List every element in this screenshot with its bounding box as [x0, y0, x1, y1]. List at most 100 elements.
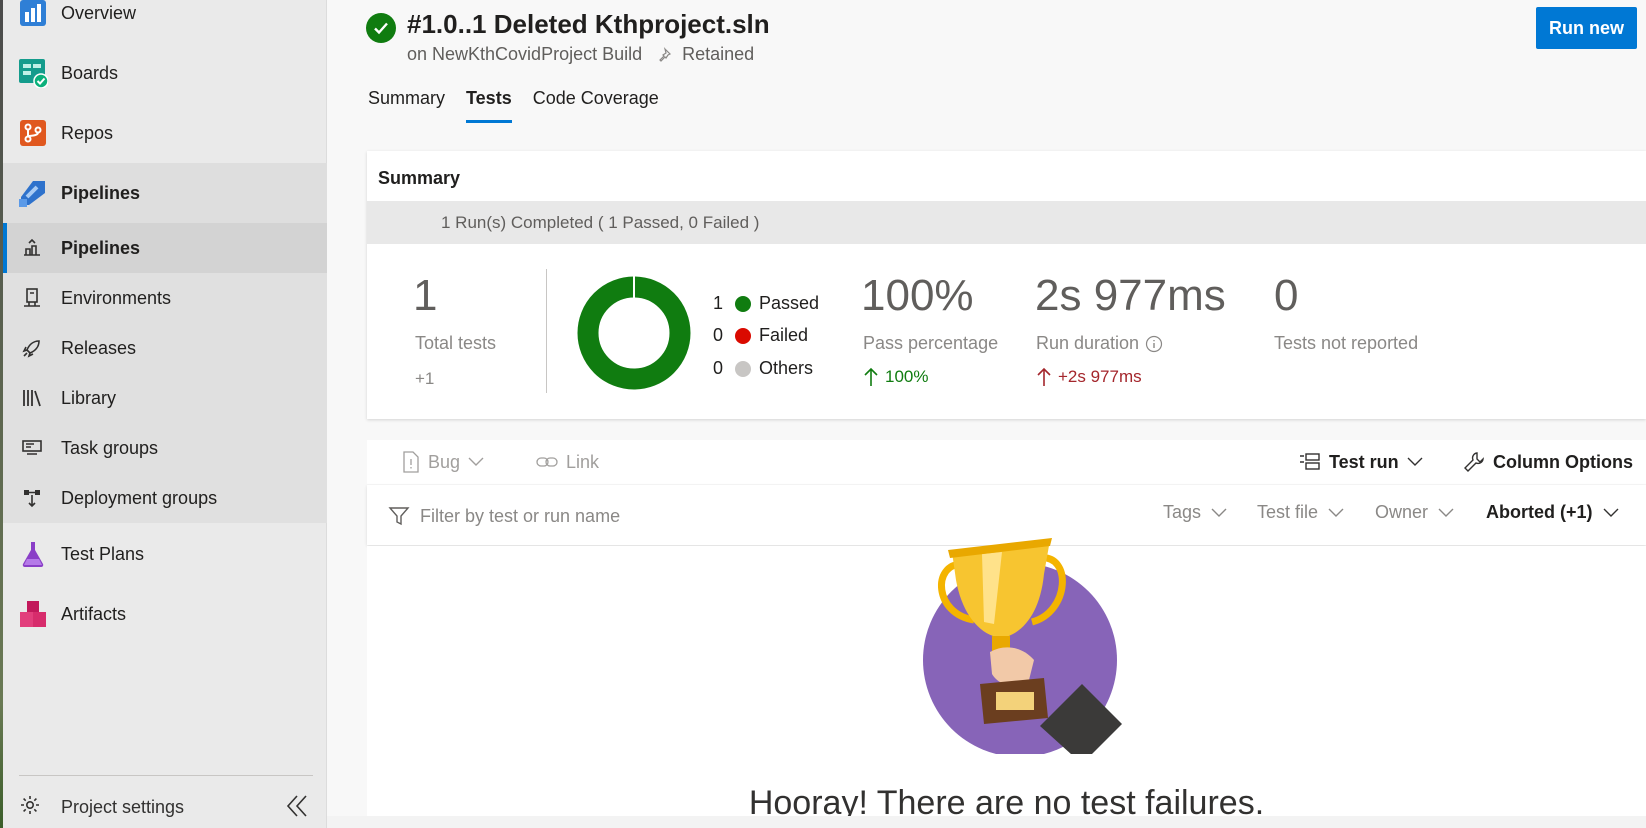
tags-dropdown[interactable]: Tags	[1163, 502, 1227, 523]
legend-passed: 1 Passed	[713, 293, 819, 314]
deployment-groups-icon	[17, 483, 47, 513]
link-icon	[536, 457, 558, 467]
page-title: #1.0..1 Deleted Kthproject.sln	[407, 9, 770, 39]
pass-delta-text: 100%	[885, 367, 929, 386]
legend-failed: 0 Failed	[713, 325, 808, 346]
legend-label: Failed	[759, 325, 809, 345]
filter-input[interactable]	[420, 505, 940, 527]
test-file-dropdown[interactable]: Test file	[1257, 502, 1344, 523]
sidebar: Overview Boards Repos Pipelines Pipeline…	[0, 0, 327, 828]
sidebar-item-releases[interactable]: Releases	[3, 323, 327, 373]
run-duration-delta: +2s 977ms	[1036, 367, 1142, 387]
task-groups-icon	[17, 433, 47, 463]
nav-item-label: Test Plans	[61, 543, 145, 564]
sidebar-item-label: Releases	[61, 337, 137, 358]
nav-item-label: Pipelines	[61, 182, 141, 203]
arrow-up-icon	[864, 367, 878, 386]
summary-divider	[546, 269, 547, 393]
trophy-illustration	[923, 538, 1122, 754]
chevron-down-icon	[1211, 508, 1227, 517]
pass-percentage-label: Pass percentage	[863, 333, 999, 353]
sidebar-item-library[interactable]: Library	[3, 373, 327, 423]
pass-percentage-value: 100%	[861, 271, 974, 320]
sidebar-item-environments[interactable]: Environments	[3, 273, 327, 323]
others-dot-icon	[735, 360, 751, 377]
project-settings-label: Project settings	[61, 796, 185, 817]
total-tests-value: 1	[413, 271, 438, 320]
runs-completed-text: 1 Run(s) Completed ( 1 Passed, 0 Failed …	[441, 213, 760, 232]
environments-icon	[17, 283, 47, 313]
collapse-sidebar-icon[interactable]	[285, 793, 309, 824]
tests-not-reported-label: Tests not reported	[1274, 333, 1419, 353]
nav-item-label: Repos	[61, 122, 114, 143]
nav-item-artifacts[interactable]: Artifacts	[3, 584, 327, 644]
test-run-label: Test run	[1329, 451, 1399, 472]
project-settings-link[interactable]: Project settings	[3, 785, 327, 828]
test-run-grouping-dropdown[interactable]: Test run	[1299, 440, 1423, 484]
bug-button[interactable]: Bug	[402, 440, 484, 484]
outcome-donut-chart	[577, 276, 691, 390]
nav-item-label: Boards	[61, 62, 119, 83]
summary-heading: Summary	[378, 168, 461, 188]
tab-summary[interactable]: Summary	[368, 88, 445, 123]
tab-tests[interactable]: Tests	[466, 88, 512, 123]
test-file-label: Test file	[1257, 502, 1319, 522]
filter-icon	[388, 507, 410, 526]
sidebar-item-deployment-groups[interactable]: Deployment groups	[3, 473, 327, 523]
tab-bar: Summary Tests Code Coverage	[368, 88, 680, 123]
run-new-button[interactable]: Run new	[1536, 7, 1637, 49]
run-duration-label-row: Run duration	[1036, 333, 1163, 354]
nav-item-boards[interactable]: Boards	[3, 43, 327, 103]
sidebar-item-label: Deployment groups	[61, 487, 218, 508]
run-duration-value: 2s 977ms	[1035, 271, 1226, 320]
rocket-icon	[17, 333, 47, 363]
total-tests-delta: +1	[415, 369, 435, 388]
wrench-icon	[1464, 452, 1484, 472]
sidebar-item-label: Pipelines	[61, 237, 141, 258]
bug-label: Bug	[428, 451, 461, 472]
pin-icon	[656, 46, 672, 63]
library-icon	[17, 383, 47, 413]
column-options-label: Column Options	[1493, 451, 1633, 472]
runs-completed-band: 1 Run(s) Completed ( 1 Passed, 0 Failed …	[367, 201, 1646, 244]
tags-label: Tags	[1163, 502, 1202, 522]
retained-label: Retained	[682, 44, 755, 64]
pass-percentage-delta: 100%	[863, 367, 928, 387]
sidebar-divider	[19, 775, 313, 776]
document-icon	[403, 451, 419, 473]
chevron-down-icon	[1328, 508, 1344, 517]
nav-item-label: Artifacts	[61, 603, 127, 624]
total-tests-label: Total tests	[415, 333, 497, 353]
outcome-label: Aborted (+1)	[1486, 502, 1593, 522]
failed-dot-icon	[735, 327, 751, 344]
owner-dropdown[interactable]: Owner	[1375, 502, 1454, 523]
sidebar-item-label: Task groups	[61, 437, 159, 458]
gear-icon	[19, 794, 41, 821]
outcome-dropdown[interactable]: Aborted (+1)	[1486, 502, 1619, 523]
nav-item-repos[interactable]: Repos	[3, 103, 327, 163]
chevron-down-icon	[1603, 508, 1619, 517]
sidebar-item-pipelines[interactable]: Pipelines	[3, 223, 327, 273]
passed-dot-icon	[735, 295, 751, 312]
group-by-icon	[1300, 453, 1320, 470]
nav-item-test-plans[interactable]: Test Plans	[3, 524, 327, 584]
nav-item-pipelines[interactable]: Pipelines	[3, 163, 327, 223]
overview-icon	[16, 0, 50, 30]
pipelines-icon	[16, 176, 50, 210]
nav-item-overview[interactable]: Overview	[3, 0, 327, 43]
legend-others: 0 Others	[713, 358, 813, 379]
link-button[interactable]: Link	[536, 440, 599, 484]
legend-count: 0	[713, 358, 724, 378]
tab-code-coverage[interactable]: Code Coverage	[533, 88, 659, 123]
filter-field[interactable]	[388, 503, 948, 529]
column-options-button[interactable]: Column Options	[1463, 440, 1633, 484]
pipeline-link[interactable]: on NewKthCovidProject Build	[407, 44, 642, 65]
legend-count: 0	[713, 325, 724, 345]
legend-count: 1	[713, 293, 724, 313]
sidebar-item-task-groups[interactable]: Task groups	[3, 423, 327, 473]
owner-label: Owner	[1375, 502, 1429, 522]
arrow-up-icon	[1037, 367, 1051, 386]
summary-card: Summary 1 Run(s) Completed ( 1 Passed, 0…	[367, 151, 1646, 419]
sidebar-item-label: Library	[61, 387, 117, 408]
info-icon[interactable]	[1145, 335, 1163, 353]
